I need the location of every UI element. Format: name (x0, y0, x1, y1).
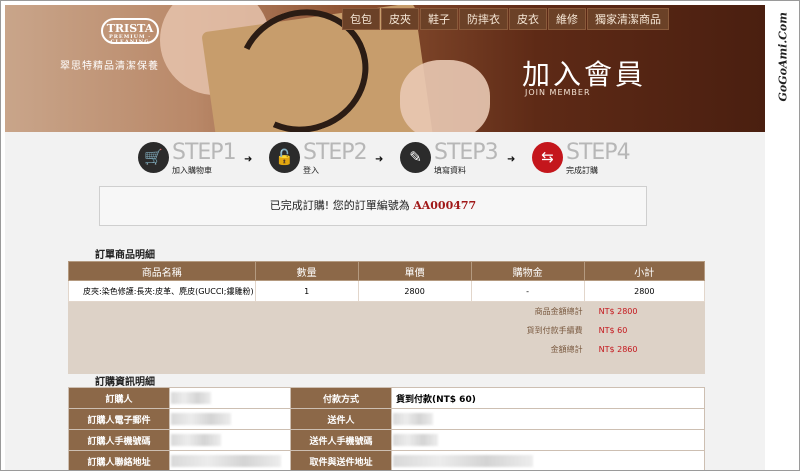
info-value-redacted (169, 408, 291, 430)
hero-banner: TRISTA PREMIUM · CLEANING 翠思特精品清潔保養 包包 皮… (5, 5, 765, 132)
item-credit: - (470, 280, 585, 302)
step-caption: 填寫資料 (434, 166, 466, 175)
info-value-redacted (169, 387, 291, 409)
step-label: STEP3 (434, 140, 499, 165)
edit-icon: ✎ (400, 142, 431, 173)
nav-item-leather-jackets[interactable]: 皮衣 (509, 8, 547, 30)
info-row: 訂購人聯絡地址 取件與送件地址 (68, 450, 705, 470)
step-caption: 登入 (303, 166, 319, 175)
info-value-redacted (391, 450, 705, 470)
info-value-redacted (169, 429, 291, 451)
order-items-title: 訂單商品明細 (95, 250, 155, 261)
order-items-table: 商品名稱 數量 單價 購物金 小計 皮夾:染色修護:長夾:皮革、麂皮(GUCCI… (68, 261, 706, 374)
step-caption: 完成訂購 (566, 166, 598, 175)
lock-icon: 🔓 (269, 142, 300, 173)
cart-icon: 🛒 (138, 142, 169, 173)
summary-value: NT$ 2800 (583, 301, 706, 321)
info-value-redacted (391, 408, 705, 430)
logo-sub: PREMIUM · CLEANING (109, 34, 151, 45)
hero-image-hand-right (400, 60, 490, 132)
col-header-price: 單價 (357, 261, 472, 281)
nav-item-shoes[interactable]: 鞋子 (420, 8, 458, 30)
nav-item-bags[interactable]: 包包 (342, 8, 380, 30)
browser-frame: TRISTA PREMIUM · CLEANING 翠思特精品清潔保養 包包 皮… (0, 0, 800, 471)
brand-logo[interactable]: TRISTA PREMIUM · CLEANING (101, 18, 159, 45)
order-number: AA000477 (413, 199, 477, 212)
summary-row: 貨到付款手續費 NT$ 60 (68, 320, 706, 340)
page-subtitle: JOIN MEMBER (525, 88, 591, 97)
col-header-subtotal: 小計 (583, 261, 706, 281)
main-nav: 包包 皮夾 鞋子 防摔衣 皮衣 維修 獨家清潔商品 (342, 8, 670, 30)
info-label: 訂購人手機號碼 (68, 429, 170, 451)
summary-label: 商品金額總計 (470, 301, 585, 321)
page: TRISTA PREMIUM · CLEANING 翠思特精品清潔保養 包包 皮… (5, 5, 765, 470)
checkout-steps: 🛒 STEP1 加入購物車 ➜ 🔓 STEP2 登入 ➜ ✎ STEP3 填寫資… (135, 140, 635, 178)
order-confirmation: 已完成訂購! 您的訂單編號為 AA000477 (99, 186, 647, 226)
arrow-right-icon: ➜ (244, 154, 253, 165)
info-row: 訂購人電子郵件 送件人 (68, 408, 705, 430)
info-value-redacted (169, 450, 291, 470)
item-name: 皮夾:染色修護:長夾:皮革、麂皮(GUCCI;鏤雕粉) (68, 280, 256, 302)
info-label: 送件人手機號碼 (290, 429, 392, 451)
step-label: STEP2 (303, 140, 368, 165)
summary-row: 金額總計 NT$ 2860 (68, 339, 706, 359)
table-row: 皮夾:染色修護:長夾:皮革、麂皮(GUCCI;鏤雕粉) 1 2800 - 280… (68, 280, 706, 302)
info-row: 訂購人 付款方式 貨到付款(NT$ 60) (68, 387, 705, 409)
arrow-right-icon: ➜ (375, 154, 384, 165)
col-header-qty: 數量 (254, 261, 359, 281)
watermark-text: GoGoAmi.Com (776, 12, 790, 102)
info-label: 訂購人聯絡地址 (68, 450, 170, 470)
nav-item-repair[interactable]: 維修 (548, 8, 586, 30)
payment-method-value: 貨到付款(NT$ 60) (391, 387, 705, 409)
col-header-credit: 購物金 (470, 261, 585, 281)
summary-value: NT$ 60 (583, 320, 706, 340)
step-label: STEP4 (566, 140, 631, 165)
info-label: 訂購人電子郵件 (68, 408, 170, 430)
item-qty: 1 (254, 280, 359, 302)
summary-value: NT$ 2860 (583, 339, 706, 359)
step-caption: 加入購物車 (172, 166, 212, 175)
info-label: 訂購人 (68, 387, 170, 409)
order-info-title: 訂購資訊明細 (95, 377, 155, 388)
table-header-row: 商品名稱 數量 單價 購物金 小計 (68, 261, 706, 281)
arrow-right-icon: ➜ (507, 154, 516, 165)
order-info-table: 訂購人 付款方式 貨到付款(NT$ 60) 訂購人電子郵件 送件人 訂購人手機號… (68, 387, 705, 470)
nav-item-cleaning-products[interactable]: 獨家清潔商品 (587, 8, 669, 30)
watermark: GoGoAmi.Com (767, 5, 797, 468)
page-title: 加入會員 (522, 58, 647, 91)
summary-spacer (68, 358, 706, 374)
col-header-name: 商品名稱 (68, 261, 256, 281)
info-label: 送件人 (290, 408, 392, 430)
info-label: 付款方式 (290, 387, 392, 409)
nav-item-wallets[interactable]: 皮夾 (381, 8, 419, 30)
info-label: 取件與送件地址 (290, 450, 392, 470)
item-price: 2800 (357, 280, 472, 302)
nav-item-protective-wear[interactable]: 防摔衣 (459, 8, 508, 30)
confirmation-text: 已完成訂購! 您的訂單編號為 (269, 199, 410, 212)
summary-label: 貨到付款手續費 (470, 320, 585, 340)
step-label: STEP1 (172, 140, 237, 165)
info-row: 訂購人手機號碼 送件人手機號碼 (68, 429, 705, 451)
summary-row: 商品金額總計 NT$ 2800 (68, 301, 706, 321)
item-subtotal: 2800 (583, 280, 706, 302)
summary-label: 金額總計 (470, 339, 585, 359)
brand-tagline: 翠思特精品清潔保養 (60, 61, 159, 72)
refresh-icon: ⇆ (532, 142, 563, 173)
info-value-redacted (391, 429, 705, 451)
